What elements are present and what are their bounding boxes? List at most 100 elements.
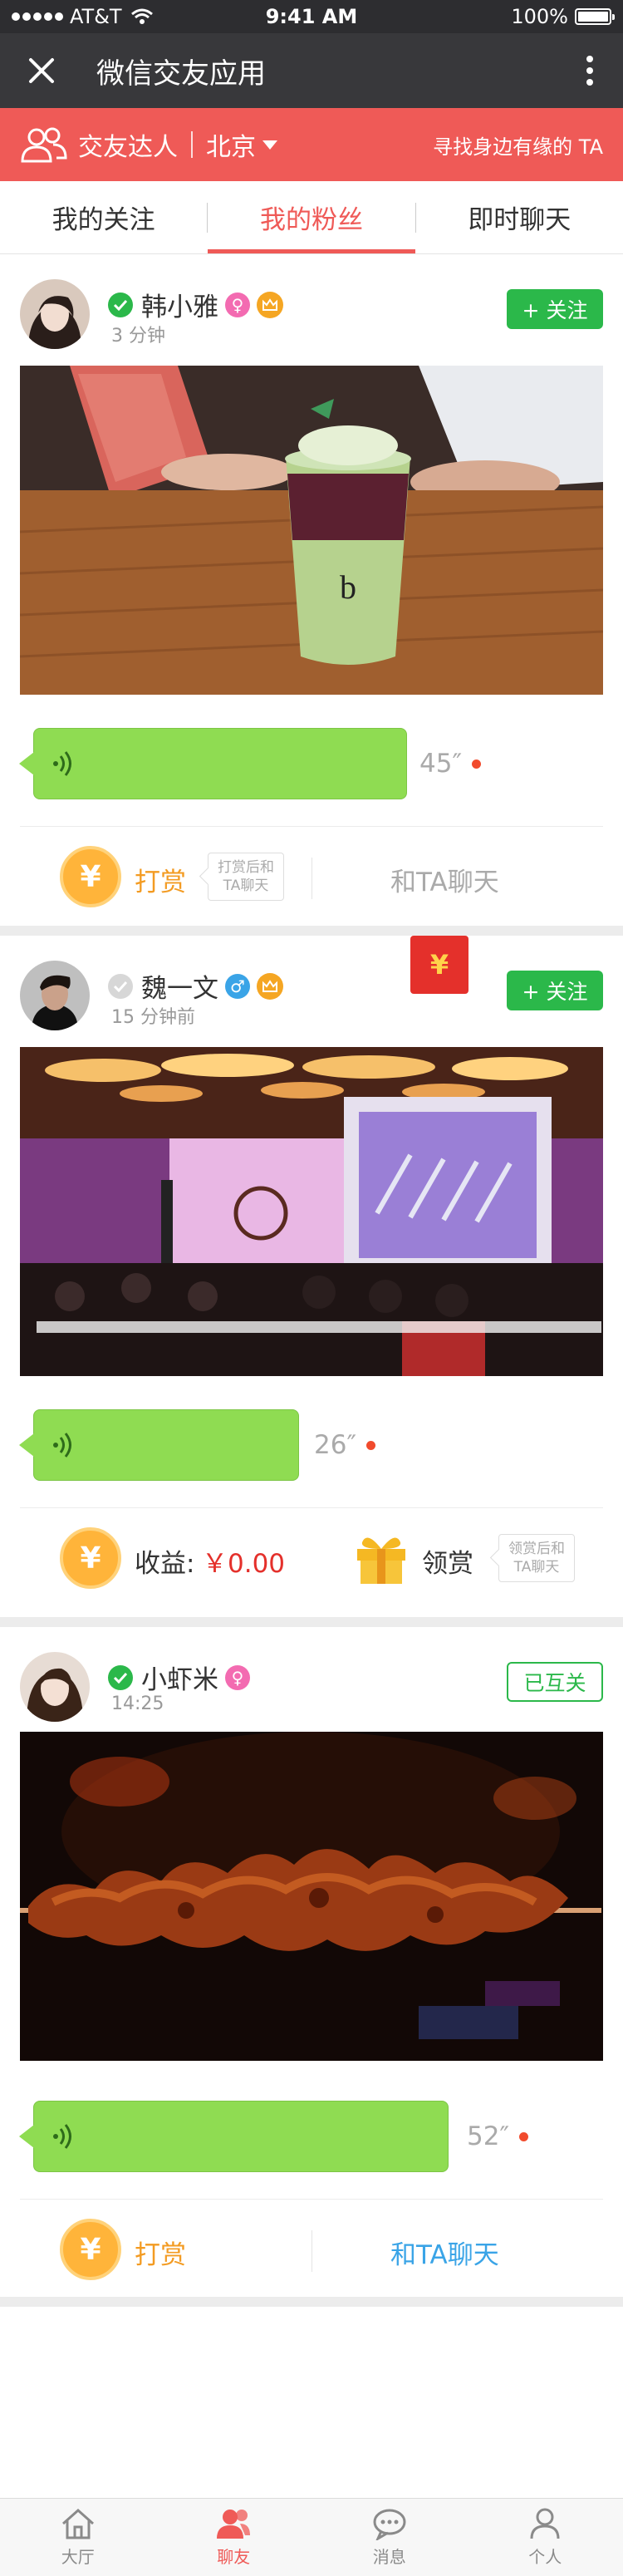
bottom-tab-profile[interactable]: 个人: [468, 2499, 623, 2576]
tip-line: TA聊天: [513, 1559, 560, 1576]
signal-icon: [12, 12, 63, 21]
female-icon: ♀: [225, 292, 250, 317]
more-button[interactable]: [557, 33, 623, 108]
reward-tip: 打赏后和 TA聊天: [208, 853, 284, 901]
red-packet-icon[interactable]: ¥: [410, 936, 468, 994]
reward-button[interactable]: 打赏: [135, 2234, 186, 2271]
more-vertical-icon: [586, 56, 593, 62]
post-photo[interactable]: [20, 1047, 603, 1376]
message-icon: [373, 2509, 406, 2540]
tip-line: 打赏后和: [218, 859, 274, 876]
follow-button[interactable]: + 关注: [507, 289, 603, 329]
user-name[interactable]: 小虾米: [141, 1659, 218, 1696]
red-packet-label: ¥: [429, 949, 449, 981]
voice-message[interactable]: [19, 1409, 299, 1481]
bottom-tab-messages[interactable]: 消息: [312, 2499, 468, 2576]
post-photo[interactable]: b: [20, 366, 603, 695]
city-selector[interactable]: 北京: [206, 126, 277, 163]
tip-line: TA聊天: [223, 878, 269, 894]
post-card: 魏一文 ♂ 15 分钟前 ¥ + 关注 26″ ¥ 收益: ￥0.00 领赏 领…: [0, 936, 623, 1617]
post-card: 韩小雅 ♀ 3 分钟 + 关注 b 45″ ¥ 打赏 打赏后和 TA聊天 和TA…: [0, 254, 623, 936]
claim-reward-button[interactable]: 领赏: [422, 1542, 473, 1580]
profile-icon: [530, 2508, 560, 2539]
voice-duration-label: 26″: [314, 1430, 357, 1460]
follow-button-label: + 关注: [522, 980, 588, 1004]
battery-icon: [575, 8, 615, 25]
tab-following[interactable]: 我的关注: [0, 181, 207, 253]
follow-button-label: + 关注: [522, 298, 588, 322]
bottom-tab-label: 聊友: [217, 2547, 251, 2567]
male-icon: ♂: [225, 973, 250, 999]
nav-bar: 微信交友应用: [0, 33, 623, 108]
mutual-follow-button[interactable]: 已互关: [507, 1662, 603, 1702]
income-value: ￥0.00: [202, 1549, 286, 1579]
bottom-tab-label: 大厅: [61, 2547, 95, 2567]
bottom-tab-chat-friends[interactable]: 聊友: [156, 2499, 312, 2576]
sound-wave-icon: [53, 2124, 71, 2149]
unread-dot: [366, 1440, 376, 1450]
banner-hint[interactable]: 寻找身边有缘的 TA: [433, 130, 603, 160]
yen-coin-icon[interactable]: ¥: [60, 2219, 121, 2280]
close-button[interactable]: [0, 33, 83, 108]
avatar[interactable]: [20, 1652, 90, 1722]
avatar[interactable]: [20, 961, 90, 1030]
battery-label: 100%: [511, 5, 568, 28]
channel-banner: 交友达人 北京 寻找身边有缘的 TA: [0, 108, 623, 181]
yen-coin-icon: ¥: [60, 1527, 121, 1589]
verified-icon: [108, 292, 133, 317]
bottom-tab-label: 个人: [528, 2547, 562, 2567]
post-time: 15 分钟前: [111, 1007, 195, 1028]
tab-label: 我的粉丝: [259, 205, 363, 235]
status-bar: AT&T 9:41 AM 100%: [0, 0, 623, 33]
bottom-tab-bar: 大厅 聊友 消息 个人: [0, 2498, 623, 2576]
post-photo[interactable]: [20, 1732, 603, 2061]
close-icon: [29, 58, 54, 83]
bottom-tab-lobby[interactable]: 大厅: [0, 2499, 156, 2576]
crown-icon: [257, 291, 283, 318]
tab-instant-chat[interactable]: 即时聊天: [416, 181, 623, 253]
yen-coin-icon[interactable]: ¥: [60, 846, 121, 907]
crown-icon: [257, 972, 283, 1000]
page-title: 微信交友应用: [96, 57, 266, 91]
chat-with-ta-button[interactable]: 和TA聊天: [390, 2234, 499, 2271]
claim-tip: 领赏后和 TA聊天: [498, 1534, 575, 1582]
svg-text:b: b: [340, 568, 356, 606]
user-name[interactable]: 韩小雅: [141, 286, 218, 323]
voice-duration: 26″: [314, 1430, 376, 1460]
tip-line: 领赏后和: [508, 1541, 565, 1557]
divider: [20, 2199, 603, 2200]
banner-divider: [191, 131, 193, 158]
home-icon: [61, 2508, 94, 2539]
post-time: 14:25: [111, 1694, 164, 1714]
banner-title: 交友达人: [78, 133, 178, 162]
sound-wave-icon: [53, 1433, 71, 1458]
voice-message[interactable]: [19, 728, 407, 799]
gift-icon[interactable]: [354, 1527, 409, 1585]
divider: [20, 1507, 603, 1508]
tab-label: 我的关注: [52, 205, 155, 235]
avatar[interactable]: [20, 279, 90, 349]
wifi-icon: [130, 8, 153, 24]
tab-label: 即时聊天: [468, 205, 571, 235]
voice-message[interactable]: [19, 2101, 449, 2172]
divider: [20, 826, 603, 827]
sound-wave-icon: [53, 751, 71, 776]
card-separator: [0, 2297, 623, 2307]
chevron-down-icon: [262, 140, 277, 150]
verified-icon: [108, 973, 133, 999]
voice-duration: 45″: [419, 749, 482, 779]
post-time: 3 分钟: [111, 326, 165, 347]
chat-with-ta-button[interactable]: 和TA聊天: [390, 861, 499, 898]
carrier-label: AT&T: [70, 5, 122, 28]
tab-fans[interactable]: 我的粉丝: [208, 181, 415, 253]
app-page: AT&T 9:41 AM 100% 微信交友应用 交友达人 北京 寻找身边有缘的…: [0, 0, 623, 2576]
bottom-tab-label: 消息: [372, 2547, 406, 2567]
reward-button[interactable]: 打赏: [135, 861, 186, 898]
unread-dot: [519, 2131, 529, 2141]
friends-icon: [21, 127, 67, 163]
user-name[interactable]: 魏一文: [141, 967, 218, 1005]
income-label: 收益:: [135, 1549, 195, 1579]
follow-button[interactable]: + 关注: [507, 971, 603, 1010]
follow-button-label: 已互关: [523, 1671, 586, 1695]
card-separator: [0, 1617, 623, 1627]
